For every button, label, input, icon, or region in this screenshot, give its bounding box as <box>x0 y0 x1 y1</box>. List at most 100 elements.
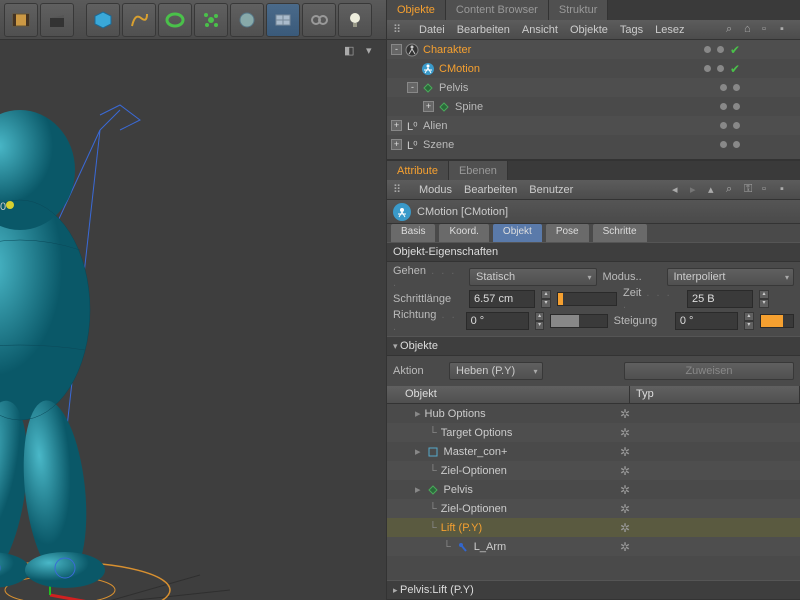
subtab-koord[interactable]: Koord. <box>439 224 488 242</box>
tree-row[interactable]: -Charakter✔ <box>387 40 800 59</box>
tool-clapper-icon[interactable] <box>40 3 74 37</box>
menu-datei[interactable]: Datei <box>419 24 445 36</box>
attr-search-icon[interactable]: ⌕ <box>726 183 740 197</box>
lock-icon[interactable]: ⚿ <box>744 183 758 197</box>
tool-grid-icon[interactable] <box>266 3 300 37</box>
tree-visibility-dots[interactable] <box>720 84 740 91</box>
tool-torus-icon[interactable] <box>158 3 192 37</box>
tree-visibility-dots[interactable]: ✔ <box>704 62 740 76</box>
tab-objects[interactable]: Objekte <box>387 0 446 20</box>
gear-icon[interactable]: ✲ <box>620 464 630 478</box>
attr-box2-icon[interactable]: ▪ <box>780 183 794 197</box>
menu-grip-icon[interactable]: ⠿ <box>393 23 407 37</box>
subtab-basis[interactable]: Basis <box>391 224 435 242</box>
list-item[interactable]: └Ziel-Optionen✲ <box>387 461 800 480</box>
spinner-steigung[interactable]: ▴▾ <box>744 312 754 330</box>
menu-lesezeichen[interactable]: Lesez <box>655 24 684 36</box>
subtab-schritte[interactable]: Schritte <box>593 224 647 242</box>
expander-icon[interactable]: + <box>423 101 434 112</box>
attr-menu-bearbeiten[interactable]: Bearbeiten <box>464 184 517 196</box>
spinner-richtung[interactable]: ▴▾ <box>535 312 545 330</box>
tree-visibility-dots[interactable]: ✔ <box>704 43 740 57</box>
tool-curve-icon[interactable] <box>122 3 156 37</box>
tab-content-browser[interactable]: Content Browser <box>446 0 549 20</box>
menu-tags[interactable]: Tags <box>620 24 643 36</box>
list-item[interactable]: ▸Master_con+✲ <box>387 442 800 461</box>
menu-ansicht[interactable]: Ansicht <box>522 24 558 36</box>
attr-box1-icon[interactable]: ▫ <box>762 183 776 197</box>
tool-cube-icon[interactable] <box>86 3 120 37</box>
gear-icon[interactable]: ✲ <box>620 502 630 516</box>
section-pelvis-lift[interactable]: Pelvis:Lift (P.Y) <box>387 580 800 600</box>
list-item[interactable]: └Lift (P.Y)✲ <box>387 518 800 537</box>
nav-back-icon[interactable]: ◂ <box>672 183 686 197</box>
tree-row[interactable]: +L⁰Szene <box>387 135 800 154</box>
3d-viewport[interactable]: ◧ ▾ <box>0 40 386 600</box>
tool-light-icon[interactable] <box>338 3 372 37</box>
tool-particles-icon[interactable] <box>194 3 228 37</box>
tree-row[interactable]: -Pelvis <box>387 78 800 97</box>
action-object-list[interactable]: Objekt Typ ▸Hub Options✲└Target Options✲… <box>387 386 800 580</box>
expander-icon[interactable]: - <box>407 82 418 93</box>
list-item[interactable]: └L_Arm✲ <box>387 537 800 556</box>
subtab-pose[interactable]: Pose <box>546 224 589 242</box>
input-zeit[interactable]: 25 B <box>687 290 753 308</box>
tree-visibility-dots[interactable] <box>720 103 740 110</box>
subtab-objekt[interactable]: Objekt <box>493 224 542 242</box>
col-typ[interactable]: Typ <box>630 386 800 403</box>
tree-visibility-dots[interactable] <box>720 141 740 148</box>
dropdown-gehen[interactable]: Statisch <box>469 268 597 286</box>
object-tree[interactable]: -Charakter✔CMotion✔-Pelvis+Spine+L⁰Alien… <box>387 40 800 160</box>
input-schrittlaenge[interactable]: 6.57 cm <box>469 290 535 308</box>
expander-icon[interactable]: + <box>391 139 402 150</box>
attr-menu-benutzer[interactable]: Benutzer <box>529 184 573 196</box>
tab-struktur[interactable]: Struktur <box>549 0 609 20</box>
button-zuweisen[interactable]: Zuweisen <box>624 362 794 380</box>
vp-options-icon[interactable]: ◧ <box>344 44 360 60</box>
list-item[interactable]: ▸Pelvis✲ <box>387 480 800 499</box>
list-item[interactable]: ▸Hub Options✲ <box>387 404 800 423</box>
dropdown-modus[interactable]: Interpoliert <box>667 268 795 286</box>
vp-layout-icon[interactable]: ▾ <box>366 44 382 60</box>
nav-fwd-icon[interactable]: ▸ <box>690 183 704 197</box>
dropdown-aktion[interactable]: Heben (P.Y) <box>449 362 543 380</box>
menu-objekte[interactable]: Objekte <box>570 24 608 36</box>
menu-bearbeiten[interactable]: Bearbeiten <box>457 24 510 36</box>
tree-row[interactable]: +L⁰Alien <box>387 116 800 135</box>
tab-attribute[interactable]: Attribute <box>387 161 449 180</box>
attr-menu-modus[interactable]: Modus <box>419 184 452 196</box>
gear-icon[interactable]: ✲ <box>620 445 630 459</box>
tree-row[interactable]: CMotion✔ <box>387 59 800 78</box>
input-richtung[interactable]: 0 ° <box>466 312 529 330</box>
attr-grip-icon[interactable]: ⠿ <box>393 183 407 197</box>
tab-ebenen[interactable]: Ebenen <box>449 161 508 180</box>
gear-icon[interactable]: ✲ <box>620 540 630 554</box>
expander-icon[interactable]: - <box>391 44 402 55</box>
collapse-icon[interactable]: ▫ <box>762 23 776 37</box>
gear-icon[interactable]: ✲ <box>620 407 630 421</box>
col-objekt[interactable]: Objekt <box>399 386 630 403</box>
slider-richtung[interactable] <box>550 314 607 328</box>
search-icon[interactable]: ⌕ <box>726 23 740 37</box>
gear-icon[interactable]: ✲ <box>620 521 630 535</box>
list-item[interactable]: └Target Options✲ <box>387 423 800 442</box>
spinner-schritt[interactable]: ▴▾ <box>541 290 551 308</box>
home-icon[interactable]: ⌂ <box>744 23 758 37</box>
tree-row[interactable]: +Spine <box>387 97 800 116</box>
tree-visibility-dots[interactable] <box>720 122 740 129</box>
spinner-zeit[interactable]: ▴▾ <box>759 290 769 308</box>
slider-schritt[interactable] <box>557 292 617 306</box>
tool-film-icon[interactable] <box>4 3 38 37</box>
nav-up-icon[interactable]: ▴ <box>708 183 722 197</box>
input-steigung[interactable]: 0 ° <box>675 312 738 330</box>
gear-icon[interactable]: ✲ <box>620 426 630 440</box>
expand-icon[interactable]: ▪ <box>780 23 794 37</box>
gear-icon[interactable]: ✲ <box>620 483 630 497</box>
slider-steigung[interactable] <box>760 314 794 328</box>
tool-lens-icon[interactable] <box>230 3 264 37</box>
section-objekte[interactable]: Objekte <box>387 336 800 356</box>
attribute-header: CMotion [CMotion] <box>387 200 800 224</box>
tool-goggles-icon[interactable] <box>302 3 336 37</box>
list-item[interactable]: └Ziel-Optionen✲ <box>387 499 800 518</box>
expander-icon[interactable]: + <box>391 120 402 131</box>
